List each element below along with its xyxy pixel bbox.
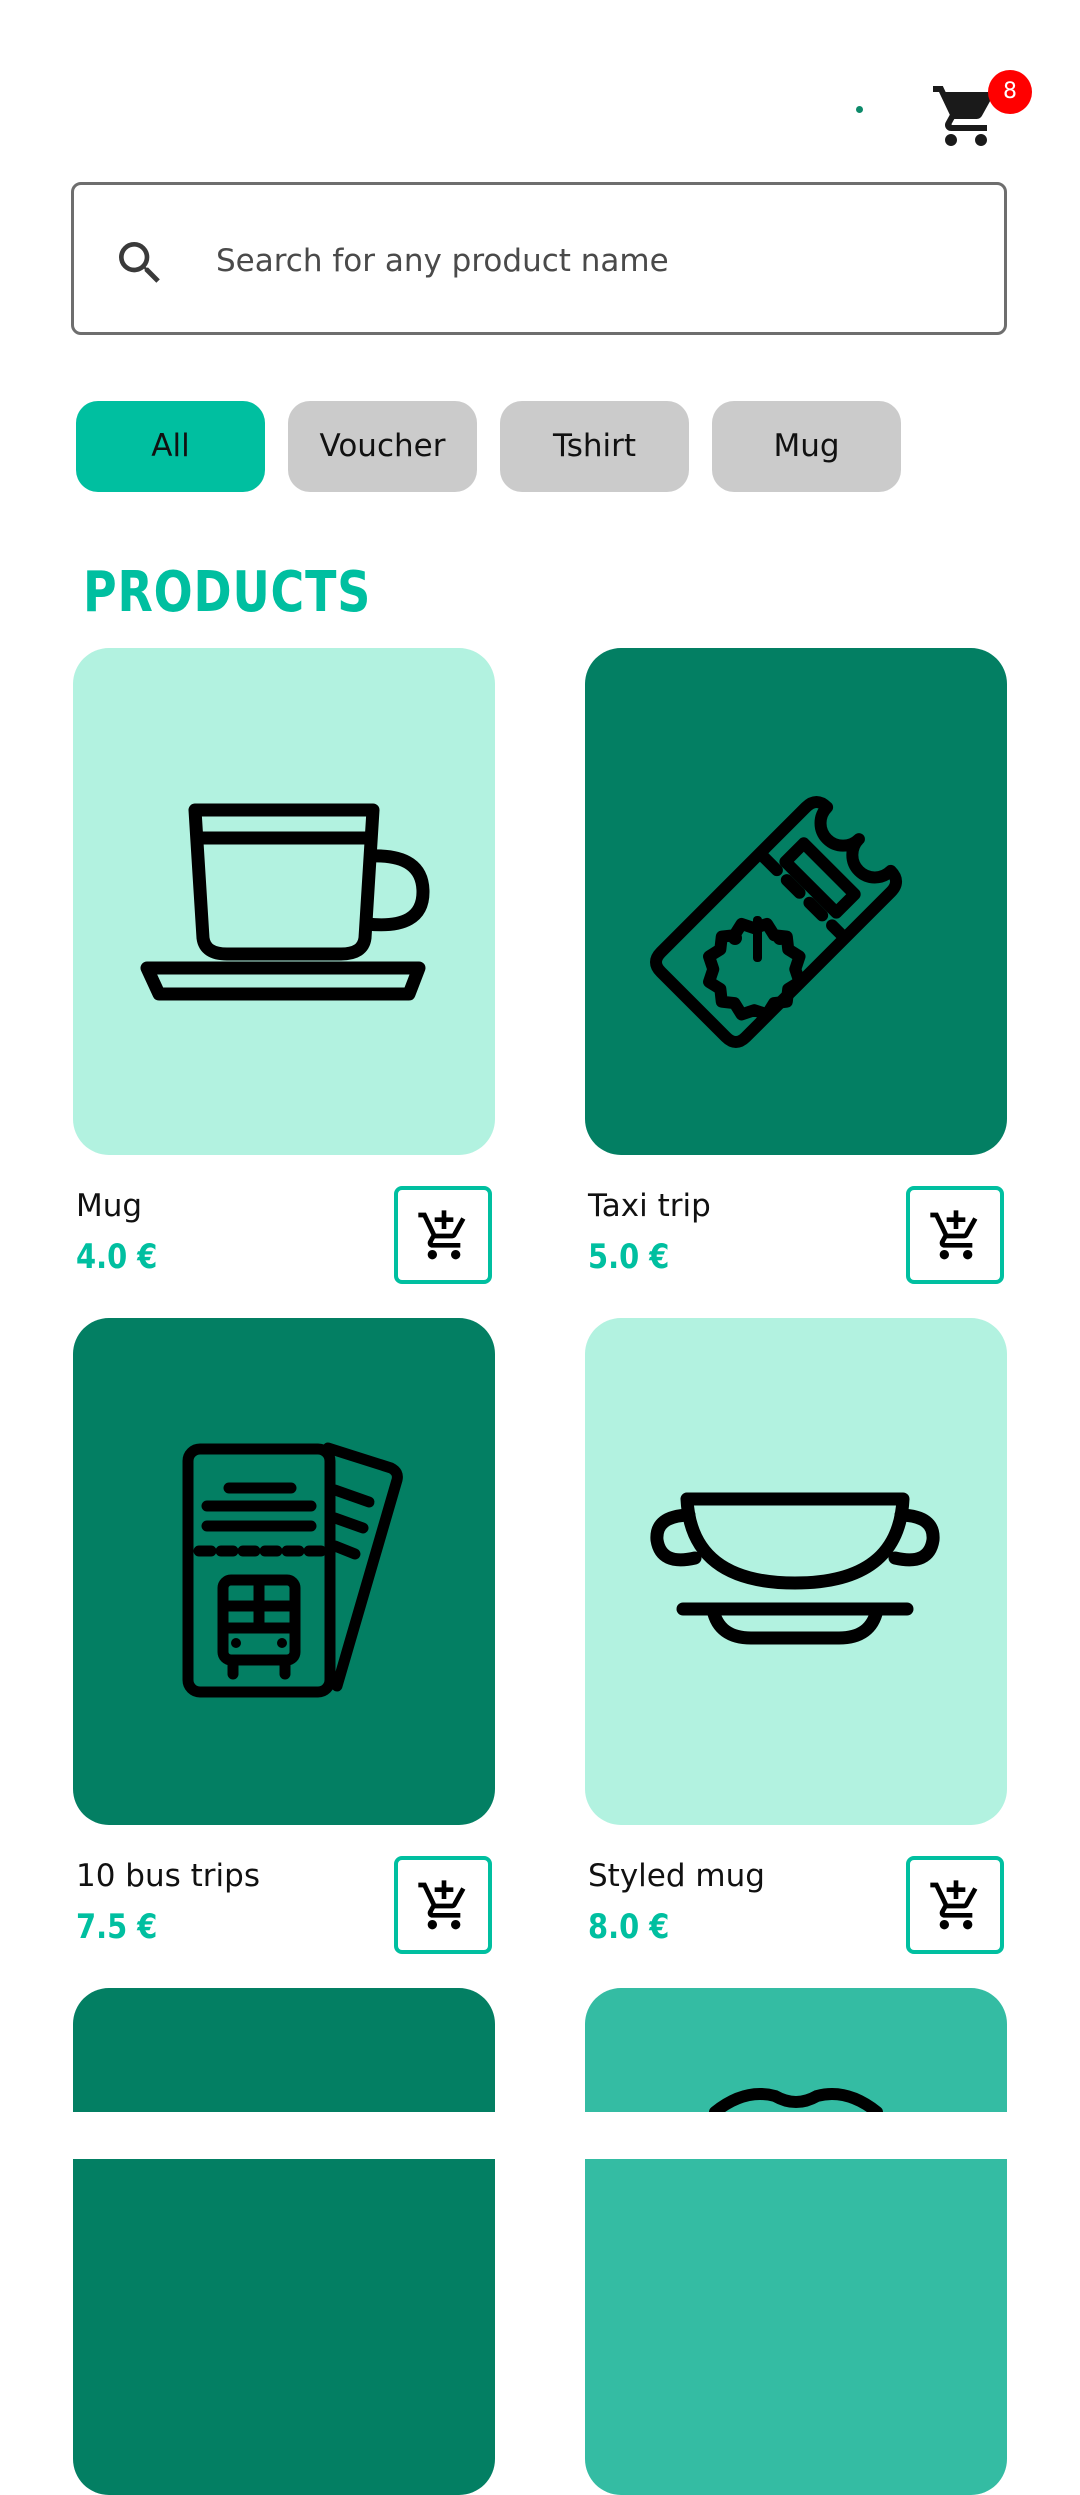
product-image-partial[interactable] <box>585 1988 1007 2495</box>
product-price: 7.5 € <box>76 1907 158 1947</box>
ticket-voucher-icon <box>650 795 903 1048</box>
add-to-cart-button[interactable] <box>906 1186 1004 1284</box>
cart-count-badge: 8 <box>988 70 1032 114</box>
product-name: 10 bus trips <box>76 1858 260 1894</box>
loading-indicator <box>856 106 863 113</box>
chip-all[interactable]: All <box>76 401 265 492</box>
tshirt-icon <box>709 2088 883 2118</box>
section-title: PRODUCTS <box>83 560 372 625</box>
bus-ticket-icon <box>182 1442 403 1698</box>
product-price: 4.0 € <box>76 1237 158 1277</box>
product-image-partial[interactable] <box>73 1988 495 2495</box>
product-name: Styled mug <box>588 1858 765 1894</box>
add-to-cart-icon <box>418 1880 466 1930</box>
add-to-cart-button[interactable] <box>394 1856 492 1954</box>
search-icon <box>119 242 160 283</box>
search-input[interactable] <box>214 225 978 297</box>
product-name: Mug <box>76 1188 143 1224</box>
product-image-mug[interactable] <box>73 648 495 1155</box>
top-bar: 8 <box>0 0 1080 180</box>
cart-button[interactable]: 8 <box>930 70 1032 150</box>
add-to-cart-button[interactable] <box>906 1856 1004 1954</box>
search-bar[interactable] <box>71 182 1007 335</box>
product-price: 5.0 € <box>588 1237 670 1277</box>
product-image-taxi-trip[interactable] <box>585 648 1007 1155</box>
add-to-cart-icon <box>930 1210 978 1260</box>
product-name: Taxi trip <box>588 1188 711 1224</box>
product-image-bus-trips[interactable] <box>73 1318 495 1825</box>
add-to-cart-icon <box>930 1880 978 1930</box>
bottom-spacer <box>0 2112 1080 2159</box>
add-to-cart-icon <box>418 1210 466 1260</box>
product-price: 8.0 € <box>588 1907 670 1947</box>
chip-voucher[interactable]: Voucher <box>288 401 477 492</box>
product-image-styled-mug[interactable] <box>585 1318 1007 1825</box>
chip-tshirt[interactable]: Tshirt <box>500 401 689 492</box>
add-to-cart-button[interactable] <box>394 1186 492 1284</box>
mug-icon <box>140 803 430 1001</box>
chip-mug[interactable]: Mug <box>712 401 901 492</box>
bowl-cup-icon <box>650 1492 940 1645</box>
